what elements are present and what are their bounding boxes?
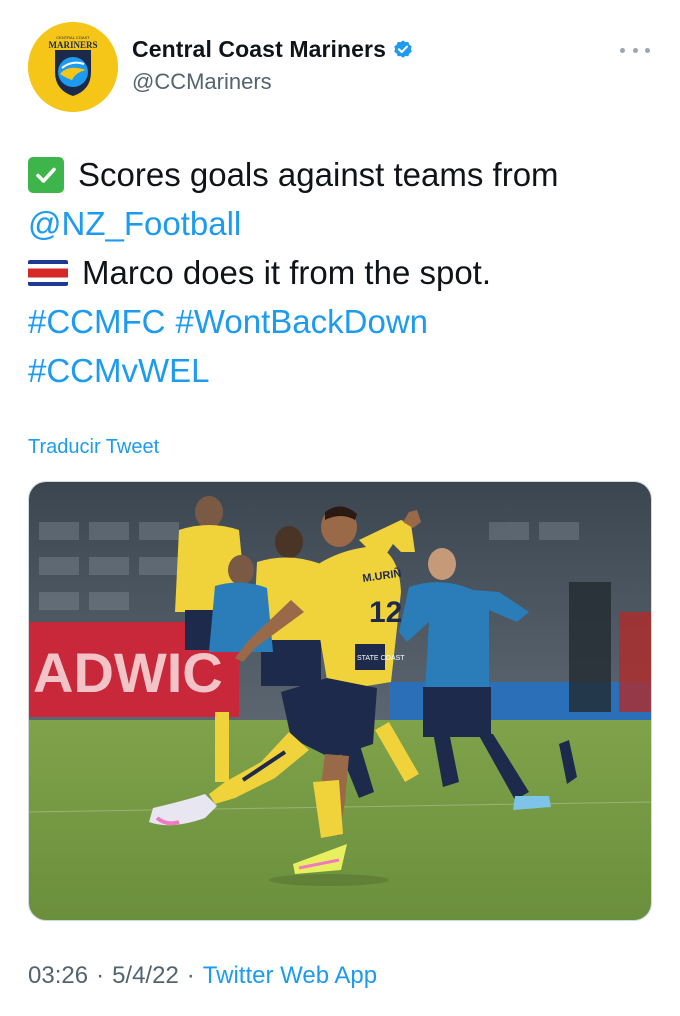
more-options-button[interactable] (620, 40, 650, 60)
hashtag-link[interactable]: #CCMFC (28, 297, 166, 346)
jersey-sponsor: STATE COAST (357, 655, 405, 662)
tweet-photo[interactable]: ADWIC M.URIÑ 12 STATE COAST (28, 481, 652, 921)
hashtag-link[interactable]: #CCMvWEL (28, 346, 210, 395)
translate-tweet-link[interactable]: Traducir Tweet (28, 436, 159, 459)
tweet-line-5: #CCMvWEL (28, 346, 658, 395)
mention-link[interactable]: @NZ_Football (28, 199, 241, 248)
avatar-text: MARINERS (48, 40, 97, 50)
tweet-time[interactable]: 03:26 (28, 962, 88, 990)
handle[interactable]: @CCMariners (132, 69, 414, 95)
avatar-subtext: CENTRAL COAST (56, 35, 90, 40)
tweet-line-3: Marco does it from the spot. (28, 248, 658, 297)
hashtag-link[interactable]: #WontBackDown (176, 297, 429, 346)
tweet-date[interactable]: 5/4/22 (112, 962, 179, 990)
football-penalty-photo-icon: ADWIC M.URIÑ 12 STATE COAST (29, 482, 651, 920)
mariners-logo-icon: MARINERS CENTRAL COAST (28, 22, 118, 112)
tweet-line-1-text: Scores goals against teams from (78, 156, 559, 193)
tweet-header: MARINERS CENTRAL COAST Central Coast Mar… (28, 22, 652, 112)
costa-rica-flag-icon (28, 259, 68, 286)
verified-badge-icon (394, 39, 412, 58)
tweet-line-4: #CCMFC #WontBackDown (28, 297, 658, 346)
meta-separator: · (186, 962, 195, 989)
display-name[interactable]: Central Coast Mariners (132, 36, 386, 63)
tweet-source-link[interactable]: Twitter Web App (203, 962, 377, 990)
more-dot-icon (645, 47, 650, 53)
tweet-line-3-text: Marco does it from the spot. (82, 254, 492, 291)
more-dot-icon (620, 47, 625, 53)
avatar[interactable]: MARINERS CENTRAL COAST (28, 22, 118, 112)
tweet-line-2: @NZ_Football (28, 199, 658, 248)
check-mark-icon (28, 156, 64, 193)
tweet-line-1: Scores goals against teams from (28, 150, 658, 199)
ad-board-text: ADWIC (33, 641, 223, 704)
meta-separator: · (96, 962, 105, 989)
jersey-number: 12 (369, 596, 402, 629)
tweet-meta: 03:26 · 5/4/22 · Twitter Web App (28, 962, 377, 990)
more-dot-icon (632, 47, 638, 53)
tweet-text: Scores goals against teams from @NZ_Foot… (28, 150, 658, 395)
